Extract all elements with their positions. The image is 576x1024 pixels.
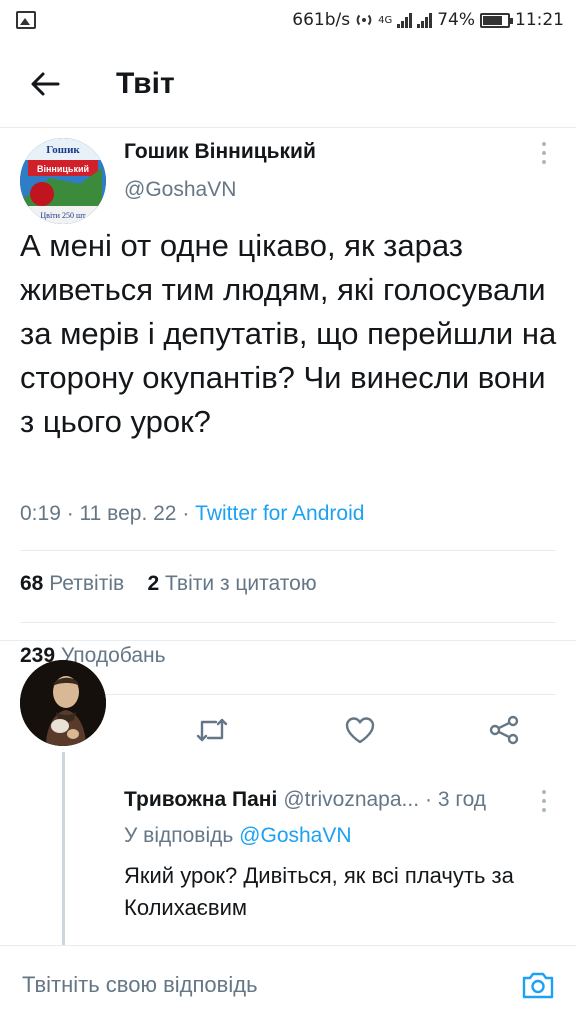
tweet-text: А мені от одне цікаво, як зараз живеться… <box>20 228 557 439</box>
tweet-time: 0:19 <box>20 502 61 525</box>
back-button[interactable] <box>0 40 90 128</box>
hotspot-icon <box>356 14 372 26</box>
reply-avatar-image <box>20 660 106 746</box>
tweet-date: 11 вер. 22 <box>79 502 177 525</box>
author-avatar[interactable]: Гошик Вінницький Цвіти 250 шт <box>20 138 106 224</box>
quotes-link[interactable]: 2 Твіти з цитатою <box>148 572 317 595</box>
gallery-notification-icon <box>16 11 36 29</box>
thread-line <box>62 752 65 945</box>
signal-icon <box>397 12 413 28</box>
back-arrow-icon <box>31 72 60 95</box>
quotes-count: 2 <box>147 572 160 595</box>
reply-to-mention[interactable]: @GoshaVN <box>239 824 351 847</box>
reply-author-name[interactable]: Тривожна Пані <box>124 788 277 812</box>
svg-text:Цвіти 250 шт: Цвіти 250 шт <box>40 211 86 220</box>
author-handle[interactable]: @GoshaVN <box>124 178 236 202</box>
reply-to-label: У відповідь <box>124 824 234 847</box>
author-name[interactable]: Гошик Вінницький <box>124 140 316 164</box>
retweets-count: 68 <box>20 572 44 595</box>
quotes-label: Твіти з цитатою <box>165 572 317 595</box>
signal-icon-2 <box>417 12 433 28</box>
svg-text:Вінницький: Вінницький <box>37 164 89 174</box>
camera-icon[interactable] <box>520 969 556 1001</box>
reply-time: · 3 год <box>425 788 487 811</box>
divider <box>20 622 556 623</box>
svg-text:Гошик: Гошик <box>46 144 80 156</box>
retweets-link[interactable]: 68 Ретвітів <box>20 572 124 595</box>
tweet-meta: 0:19 · 11 вер. 22 · Twitter for Android <box>20 502 365 525</box>
network-speed: 661b/s <box>292 10 351 30</box>
reply-author-handle[interactable]: @trivoznapa... <box>283 788 419 812</box>
tweet-author-row: Гошик Вінницький Цвіти 250 шт Гошик Вінн… <box>0 128 576 224</box>
reply-more-icon[interactable] <box>532 790 556 820</box>
retweet-stats: 68 Ретвітів 2 Твіти з цитатою <box>20 572 317 596</box>
network-type: 4G <box>378 14 393 26</box>
tweet-source-link[interactable]: Twitter for Android <box>195 502 364 525</box>
more-icon[interactable] <box>532 142 556 172</box>
battery-icon <box>480 12 513 28</box>
reply-input[interactable]: Твітніть свою відповідь <box>22 972 520 998</box>
compose-bar: Твітніть свою відповідь <box>0 945 576 1024</box>
clock: 11:21 <box>515 10 564 30</box>
avatar-image: Гошик Вінницький Цвіти 250 шт <box>20 138 106 224</box>
top-app-bar: Твіт <box>0 40 576 128</box>
reply-to-line: У відповідь @GoshaVN <box>124 824 352 848</box>
reply-avatar[interactable] <box>20 660 106 746</box>
status-bar: 661b/s 4G 74% 11:21 <box>0 0 576 40</box>
retweets-label: Ретвітів <box>49 572 125 595</box>
divider <box>20 550 556 551</box>
battery-percent: 74% <box>437 10 475 30</box>
reply-text: Який урок? Дивіться, як всі плачуть за К… <box>124 863 514 920</box>
reply-header: Тривожна Пані @trivoznapa... · 3 год <box>124 788 534 812</box>
page-title: Твіт <box>116 66 175 100</box>
reply-tweet[interactable]: Тривожна Пані @trivoznapa... · 3 год У в… <box>0 640 576 945</box>
